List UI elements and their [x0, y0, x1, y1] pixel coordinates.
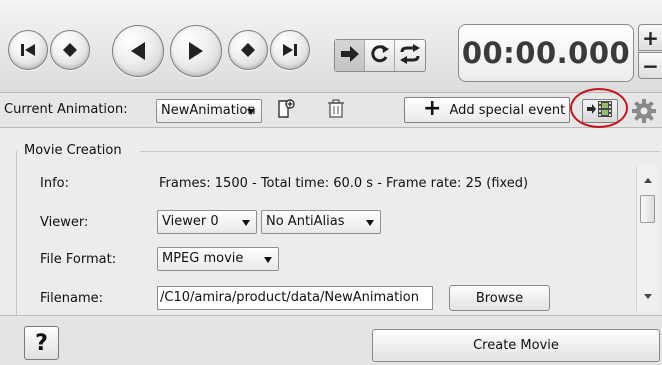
current-time-display[interactable]: 00:00.000	[458, 24, 634, 82]
info-label: Info:	[40, 176, 69, 191]
chevron-down-icon	[264, 257, 272, 263]
plus-icon: +	[423, 96, 442, 121]
new-animation-button[interactable]	[274, 99, 298, 123]
filename-input[interactable]: /C10/amira/product/data/NewAnimation	[157, 286, 433, 310]
film-strip-icon	[586, 100, 614, 122]
swing-icon	[399, 43, 421, 68]
info-text: Frames: 1500 - Total time: 60.0 s - Fram…	[159, 176, 529, 191]
help-button[interactable]: ?	[24, 326, 59, 360]
player-toolbar: 00:00.000 + −	[0, 0, 662, 93]
add-special-event-label: Add special event	[449, 102, 566, 118]
viewer-label: Viewer:	[40, 215, 89, 230]
scrollbar-thumb[interactable]	[640, 195, 655, 223]
diamond-icon	[240, 42, 256, 58]
bottom-bar: ? Create Movie	[0, 315, 662, 365]
delete-animation-button[interactable]	[324, 99, 348, 123]
play-mode-group	[334, 39, 426, 72]
chevron-down-icon	[247, 109, 255, 115]
scroll-up-icon[interactable]	[644, 178, 652, 183]
previous-keyframe-button[interactable]	[50, 30, 90, 70]
play-backward-icon	[129, 41, 147, 61]
antialias-value: No AntiAlias	[266, 214, 345, 229]
skip-to-start-icon	[19, 42, 37, 58]
panel-scrollbar[interactable]	[636, 165, 658, 311]
play-once-button[interactable]	[335, 40, 365, 71]
movie-creation-title: Movie Creation	[24, 143, 128, 158]
group-divider	[140, 151, 660, 152]
new-document-icon	[275, 98, 297, 124]
chevron-down-icon	[366, 220, 374, 226]
viewer-select[interactable]: Viewer 0	[157, 210, 257, 234]
time-decrement-button[interactable]: −	[638, 52, 662, 79]
group-frame	[16, 151, 17, 315]
current-animation-select[interactable]: NewAnimation	[156, 99, 262, 123]
viewer-value: Viewer 0	[162, 214, 219, 229]
create-movie-button[interactable]: Create Movie	[372, 329, 660, 362]
loop-icon	[370, 44, 390, 68]
play-loop-button[interactable]	[365, 40, 395, 71]
gear-icon	[631, 99, 657, 128]
browse-button[interactable]: Browse	[449, 285, 550, 311]
add-special-event-button[interactable]: + Add special event	[404, 97, 570, 123]
current-animation-label: Current Animation:	[4, 102, 128, 117]
chevron-down-icon	[242, 220, 250, 226]
next-keyframe-button[interactable]	[228, 30, 268, 70]
play-forward-button[interactable]	[170, 25, 222, 77]
skip-to-end-icon	[281, 42, 299, 58]
antialias-select[interactable]: No AntiAlias	[261, 210, 381, 234]
arrow-right-icon	[340, 45, 360, 67]
scroll-down-icon[interactable]	[644, 294, 652, 299]
play-forward-icon	[187, 41, 205, 61]
file-format-label: File Format:	[40, 252, 117, 267]
time-increment-button[interactable]: +	[638, 24, 662, 51]
go-to-start-button[interactable]	[8, 30, 48, 70]
diamond-icon	[62, 42, 78, 58]
file-format-value: MPEG movie	[162, 251, 244, 266]
file-format-select[interactable]: MPEG movie	[157, 247, 279, 271]
settings-button[interactable]	[631, 98, 657, 128]
movie-creation-button[interactable]	[582, 99, 618, 123]
play-backward-button[interactable]	[112, 25, 164, 77]
go-to-end-button[interactable]	[270, 30, 310, 70]
trash-icon	[327, 99, 345, 123]
current-animation-value: NewAnimation	[161, 103, 256, 118]
play-swing-button[interactable]	[395, 40, 425, 71]
filename-label: Filename:	[40, 291, 104, 306]
